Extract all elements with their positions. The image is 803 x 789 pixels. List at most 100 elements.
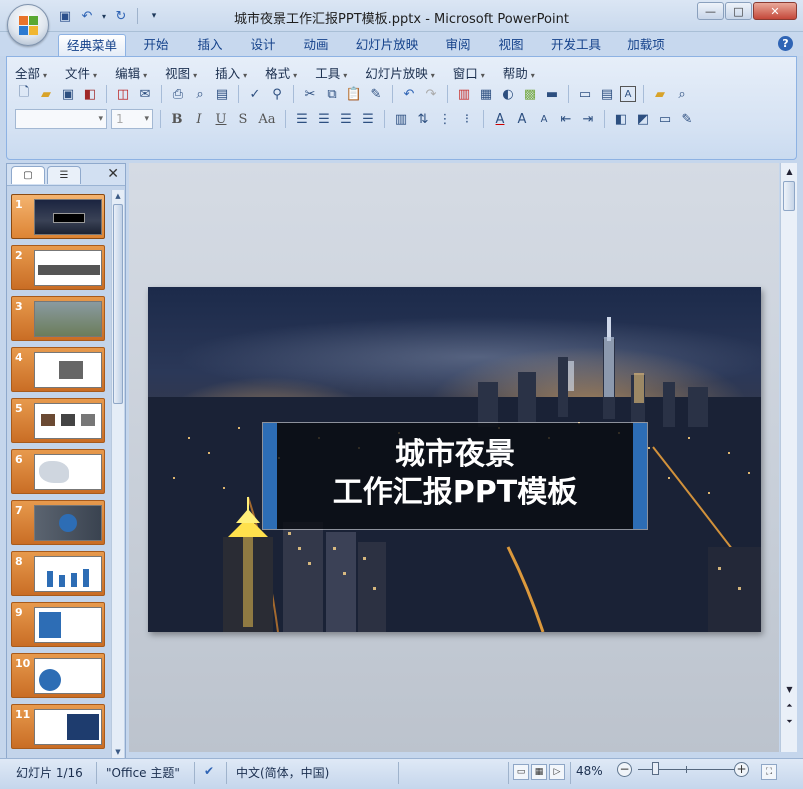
- shape-fill-icon[interactable]: ▭: [656, 110, 674, 128]
- shape-outline-icon[interactable]: ✎: [678, 110, 696, 128]
- align-right-icon[interactable]: ☰: [337, 110, 355, 128]
- slides-tab[interactable]: ▢: [11, 166, 45, 184]
- research-icon[interactable]: ▤: [213, 85, 231, 103]
- zoom-level[interactable]: 48%: [576, 764, 603, 778]
- shadow-button[interactable]: S: [234, 110, 252, 128]
- decrease-indent-icon[interactable]: ⇤: [557, 110, 575, 128]
- insert-table-icon[interactable]: ▦: [477, 85, 495, 103]
- layout-icon[interactable]: ▤: [598, 85, 616, 103]
- font-size-select[interactable]: 1 ▾: [111, 109, 153, 129]
- save-icon[interactable]: ▣: [59, 85, 77, 103]
- find-icon[interactable]: ⌕: [673, 85, 691, 103]
- arrange-icon[interactable]: ◧: [612, 110, 630, 128]
- italic-button[interactable]: I: [190, 110, 208, 128]
- redo-icon[interactable]: ↷: [422, 85, 440, 103]
- justify-icon[interactable]: ☰: [359, 110, 377, 128]
- normal-view-button[interactable]: ▭: [513, 764, 529, 780]
- slide-thumbnail-3[interactable]: 3: [11, 296, 105, 341]
- folder-icon[interactable]: ▰: [651, 85, 669, 103]
- increase-indent-icon[interactable]: ⇥: [579, 110, 597, 128]
- slide-thumbnail-8[interactable]: 8: [11, 551, 105, 596]
- email-icon[interactable]: ✉: [136, 85, 154, 103]
- menu-all[interactable]: 全部 ▾: [15, 63, 47, 82]
- menu-format[interactable]: 格式 ▾: [265, 63, 297, 82]
- tab-view[interactable]: 视图: [491, 34, 531, 56]
- slide-title-box[interactable]: 城市夜景 工作汇报PPT模板: [262, 422, 648, 530]
- menu-file[interactable]: 文件 ▾: [65, 63, 97, 82]
- scroll-down-icon[interactable]: ▼: [783, 683, 796, 696]
- menu-insert[interactable]: 插入 ▾: [215, 63, 247, 82]
- tab-developer[interactable]: 开发工具: [544, 34, 608, 56]
- grow-font-icon[interactable]: A: [513, 110, 531, 128]
- bold-button[interactable]: B: [168, 110, 186, 128]
- maximize-button[interactable]: □: [725, 2, 752, 20]
- slide-thumbnail-2[interactable]: 2: [11, 245, 105, 290]
- slide-thumbnail-10[interactable]: 10: [11, 653, 105, 698]
- spell-check-icon[interactable]: ✔: [204, 764, 214, 778]
- columns-icon[interactable]: ▥: [392, 110, 410, 128]
- menu-slideshow[interactable]: 幻灯片放映 ▾: [365, 63, 435, 82]
- print-icon[interactable]: ⎙: [169, 85, 187, 103]
- help-icon[interactable]: ?: [778, 36, 793, 51]
- bullets-icon[interactable]: ⁝: [458, 110, 476, 128]
- slide-thumbnail-9[interactable]: 9: [11, 602, 105, 647]
- copy-icon[interactable]: ⧉: [323, 85, 341, 103]
- shapes-icon[interactable]: ▬: [543, 85, 561, 103]
- zoom-out-button[interactable]: −: [617, 762, 632, 777]
- fit-to-window-button[interactable]: ⛶: [761, 764, 777, 780]
- print-preview-icon[interactable]: ⌕: [191, 85, 209, 103]
- next-slide-icon[interactable]: ⏷: [783, 715, 796, 728]
- new-slide-icon[interactable]: ▭: [576, 85, 594, 103]
- new-icon[interactable]: 🗋: [15, 85, 33, 103]
- font-color-icon[interactable]: A: [491, 110, 509, 128]
- shrink-font-icon[interactable]: A: [535, 110, 553, 128]
- previous-slide-icon[interactable]: ⏶: [783, 699, 796, 712]
- thumbnail-scrollbar[interactable]: ▲ ▼: [111, 190, 124, 758]
- thesaurus-icon[interactable]: ⚲: [268, 85, 286, 103]
- slide-thumbnail-7[interactable]: 7: [11, 500, 105, 545]
- align-left-icon[interactable]: ☰: [293, 110, 311, 128]
- close-button[interactable]: ✕: [753, 2, 797, 20]
- menu-view[interactable]: 视图 ▾: [165, 63, 197, 82]
- slide-thumbnail-6[interactable]: 6: [11, 449, 105, 494]
- zoom-in-button[interactable]: +: [734, 762, 749, 777]
- spelling-icon[interactable]: ✓: [246, 85, 264, 103]
- scroll-down-icon[interactable]: ▼: [112, 746, 124, 758]
- scroll-up-icon[interactable]: ▲: [783, 165, 796, 178]
- outline-tab[interactable]: ☰: [47, 166, 81, 184]
- format-painter-icon[interactable]: ✎: [367, 85, 385, 103]
- insert-picture-icon[interactable]: ▩: [521, 85, 539, 103]
- theme-name[interactable]: "Office 主题": [106, 764, 180, 781]
- permission-icon[interactable]: ◧: [81, 85, 99, 103]
- minimize-button[interactable]: —: [697, 2, 724, 20]
- menu-tools[interactable]: 工具 ▾: [315, 63, 347, 82]
- open-icon[interactable]: ▰: [37, 85, 55, 103]
- tab-addins[interactable]: 加载项: [620, 34, 672, 56]
- language-indicator[interactable]: 中文(简体，中国): [236, 764, 329, 781]
- zoom-slider-thumb[interactable]: [652, 762, 659, 775]
- tab-home[interactable]: 开始: [136, 34, 176, 56]
- align-center-icon[interactable]: ☰: [315, 110, 333, 128]
- font-name-select[interactable]: ▾: [15, 109, 107, 129]
- change-case-button[interactable]: Aa: [256, 110, 278, 128]
- scrollbar-thumb[interactable]: [113, 204, 123, 404]
- slide-thumbnail-4[interactable]: 4: [11, 347, 105, 392]
- tab-insert[interactable]: 插入: [190, 34, 230, 56]
- text-box-icon[interactable]: A: [620, 86, 636, 102]
- paste-icon[interactable]: 📋: [345, 85, 363, 103]
- clip-art-icon[interactable]: ◐: [499, 85, 517, 103]
- close-panel-icon[interactable]: ✕: [107, 166, 119, 182]
- tab-review[interactable]: 审阅: [438, 34, 478, 56]
- editor-scrollbar[interactable]: ▲ ▼ ⏶ ⏷: [780, 163, 797, 752]
- export-pdf-icon[interactable]: ◫: [114, 85, 132, 103]
- tab-design[interactable]: 设计: [243, 34, 283, 56]
- tab-animation[interactable]: 动画: [296, 34, 336, 56]
- scroll-up-icon[interactable]: ▲: [112, 190, 124, 202]
- tab-classic-menu[interactable]: 经典菜单: [58, 34, 126, 56]
- tab-slideshow[interactable]: 幻灯片放映: [350, 34, 424, 56]
- quick-styles-icon[interactable]: ◩: [634, 110, 652, 128]
- numbering-icon[interactable]: ⋮: [436, 110, 454, 128]
- undo-icon[interactable]: ↶: [400, 85, 418, 103]
- menu-window[interactable]: 窗口 ▾: [453, 63, 485, 82]
- text-direction-icon[interactable]: ⇅: [414, 110, 432, 128]
